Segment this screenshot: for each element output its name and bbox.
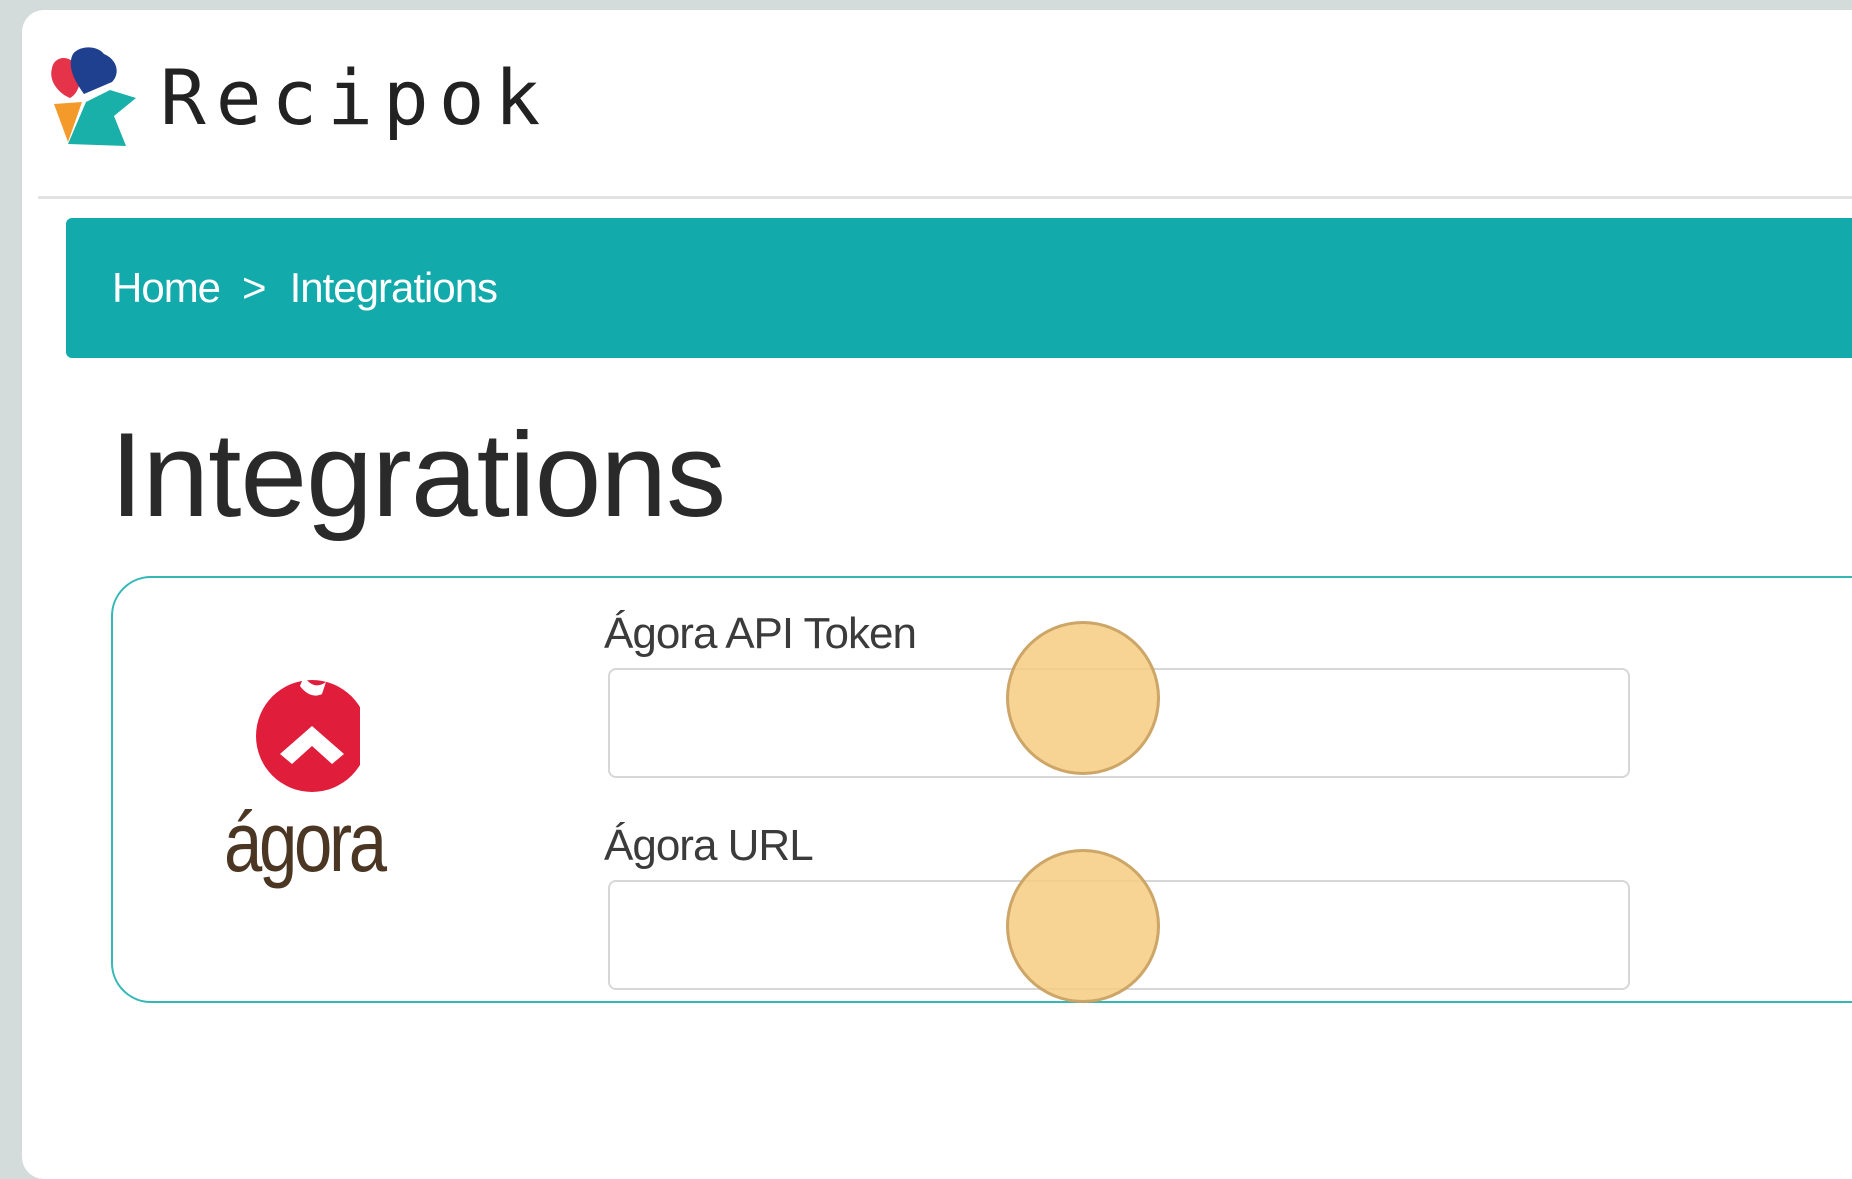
agora-url-input[interactable]: [608, 880, 1630, 990]
recipok-logo-icon[interactable]: [40, 46, 160, 156]
breadcrumb-home-link[interactable]: Home: [112, 264, 221, 312]
header-divider: [38, 196, 1852, 199]
breadcrumb-current: Integrations: [289, 264, 498, 311]
breadcrumb-separator: >: [242, 264, 267, 311]
app-window: Recipok Home > Integrations Integrations: [22, 10, 1852, 1179]
agora-api-token-label: Ágora API Token: [604, 609, 917, 658]
agora-url-label: Ágora URL: [604, 821, 814, 870]
brand-name[interactable]: Recipok: [160, 60, 550, 136]
agora-api-token-input[interactable]: [608, 668, 1630, 778]
header: Recipok: [22, 10, 1852, 197]
page-title: Integrations: [110, 408, 726, 542]
breadcrumb: Home > Integrations: [66, 218, 1852, 358]
agora-logo-text: ágora: [224, 795, 387, 889]
